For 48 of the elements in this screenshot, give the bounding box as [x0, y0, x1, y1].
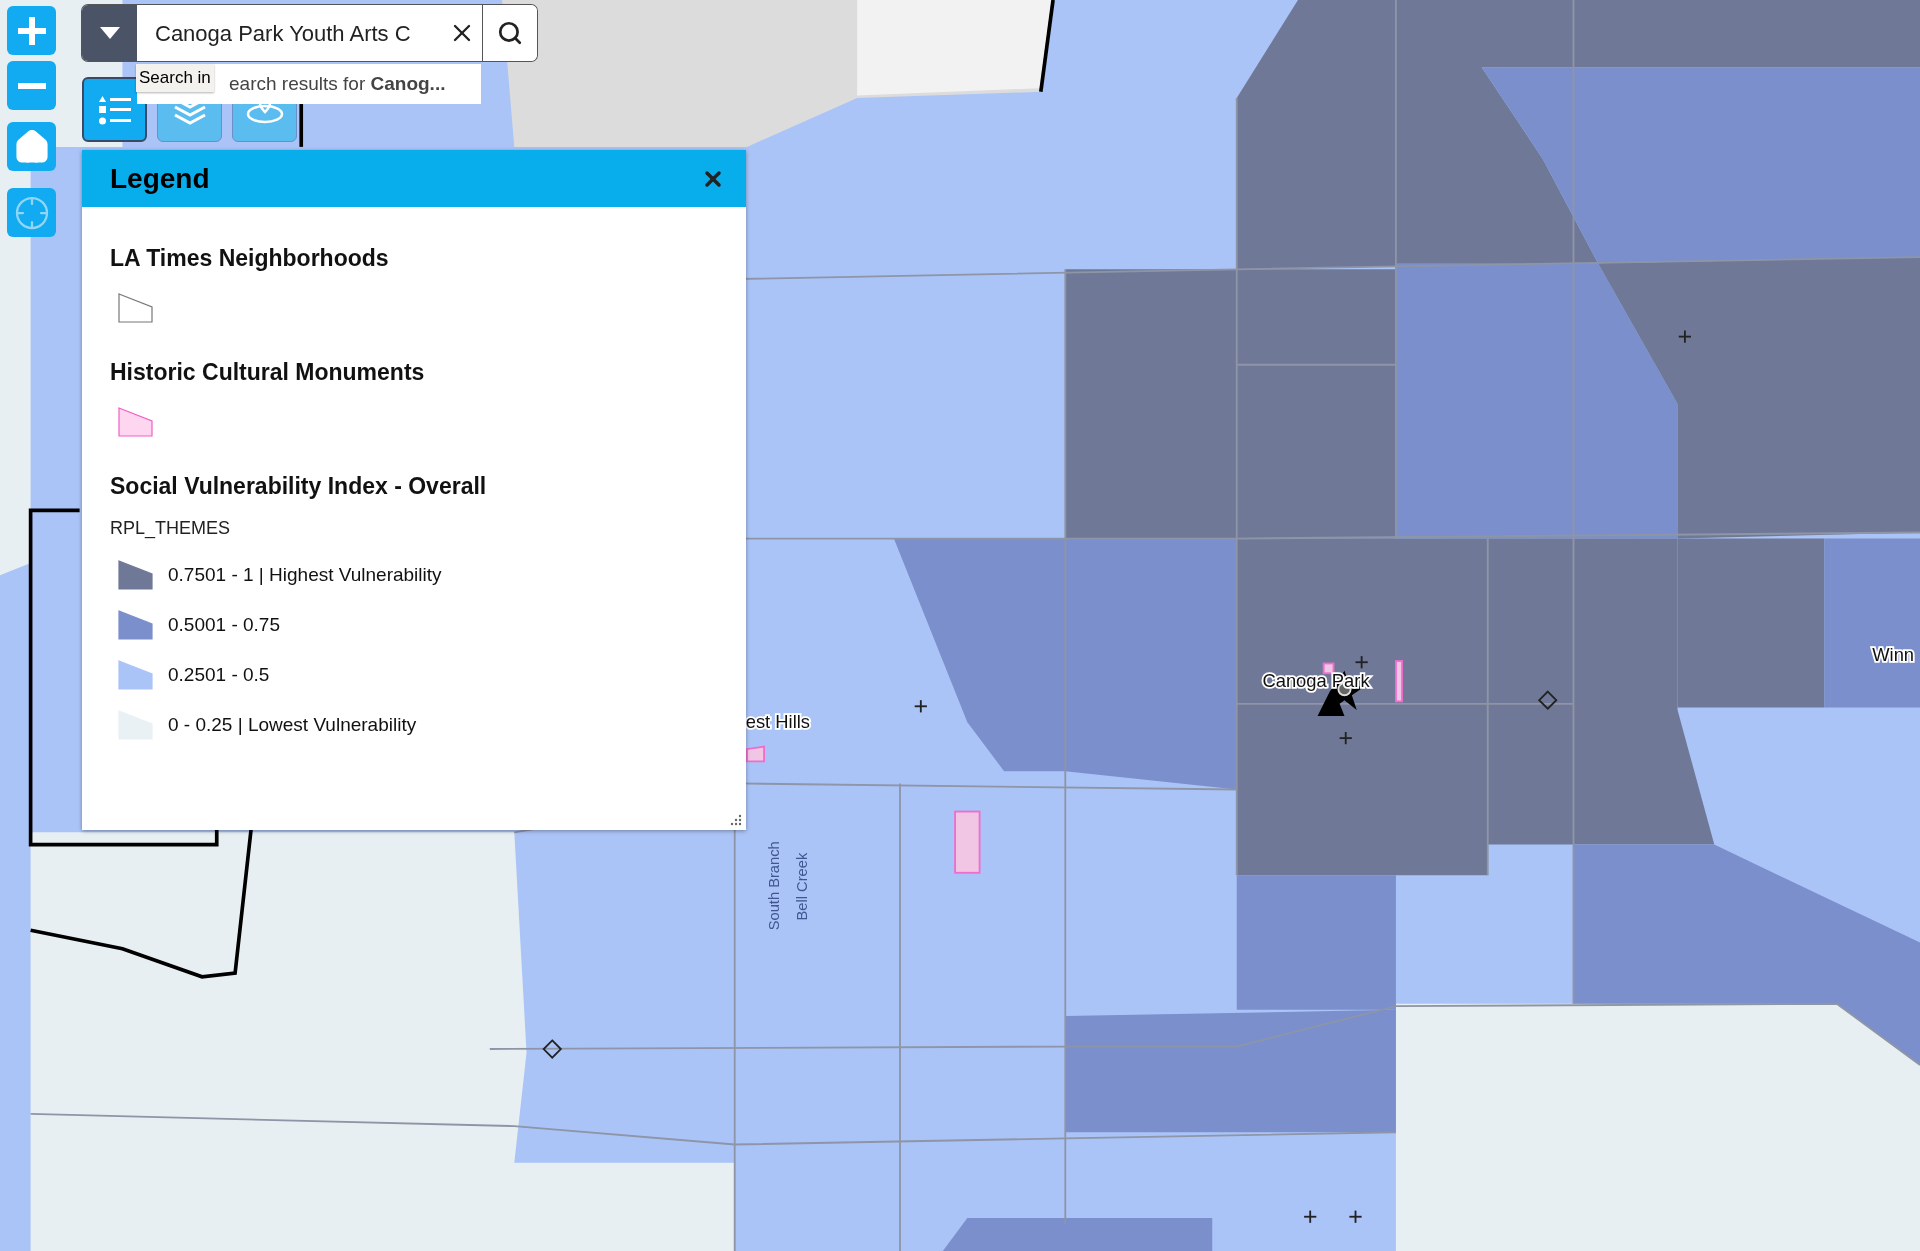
field-name: RPL_THEMES	[110, 517, 232, 541]
list-icon	[97, 94, 132, 125]
suggestion-text: earch results for Canog...	[229, 71, 446, 96]
class-swatch	[118, 560, 154, 590]
polygon-outline-swatch	[118, 293, 154, 323]
class-label: 0 - 0.25 | Lowest Vulnerability	[168, 712, 417, 737]
cross-marker	[913, 699, 928, 714]
search-icon	[497, 20, 523, 46]
search-field[interactable]: Canoga Park Youth Arts C	[137, 5, 482, 61]
home-icon	[14, 129, 49, 164]
tooltip: Search in	[136, 64, 214, 92]
search-button[interactable]	[482, 5, 537, 61]
home-button[interactable]	[7, 122, 56, 171]
stream-label: Bell Creek	[793, 852, 810, 921]
class-swatch	[118, 610, 154, 640]
monument-swatch	[118, 407, 154, 437]
resize-grip-icon	[730, 814, 742, 826]
diamond-marker	[542, 1039, 563, 1059]
cross-marker	[1303, 1209, 1318, 1224]
class-label: 0.7501 - 1 | Highest Vulnerability	[168, 562, 442, 587]
cross-marker	[1338, 731, 1353, 746]
search-input[interactable]: Canoga Park Youth Arts C	[155, 16, 444, 50]
minus-icon	[17, 82, 46, 89]
class-swatch	[118, 660, 154, 690]
layer-title: Social Vulnerability Index - Overall	[110, 472, 488, 501]
monument-area	[746, 745, 765, 763]
diamond-marker	[1537, 690, 1558, 711]
layer-title: Historic Cultural Monuments	[110, 358, 426, 387]
boundary-line	[299, 104, 304, 147]
plus-icon	[17, 16, 46, 45]
class-label: 0.5001 - 0.75	[168, 612, 280, 637]
cross-marker	[1354, 655, 1369, 670]
crosshair-icon	[13, 194, 50, 231]
monument-area	[1395, 660, 1403, 703]
monument-area	[954, 810, 981, 874]
place-label: Winn	[1872, 644, 1915, 665]
cross-marker	[1677, 329, 1692, 344]
legend-title: Legend	[110, 161, 210, 196]
search-scope-dropdown[interactable]	[82, 5, 137, 61]
cross-marker	[1348, 1209, 1363, 1224]
layer-title: LA Times Neighborhoods	[110, 244, 390, 273]
caret-icon	[99, 27, 120, 39]
stream-label: South Branch	[765, 841, 782, 931]
place-label: est Hills	[745, 711, 810, 733]
monument-area	[1322, 662, 1335, 675]
zoom-in-button[interactable]	[7, 6, 56, 55]
class-label: 0.2501 - 0.5	[168, 662, 270, 687]
zoom-out-button[interactable]	[7, 61, 56, 110]
